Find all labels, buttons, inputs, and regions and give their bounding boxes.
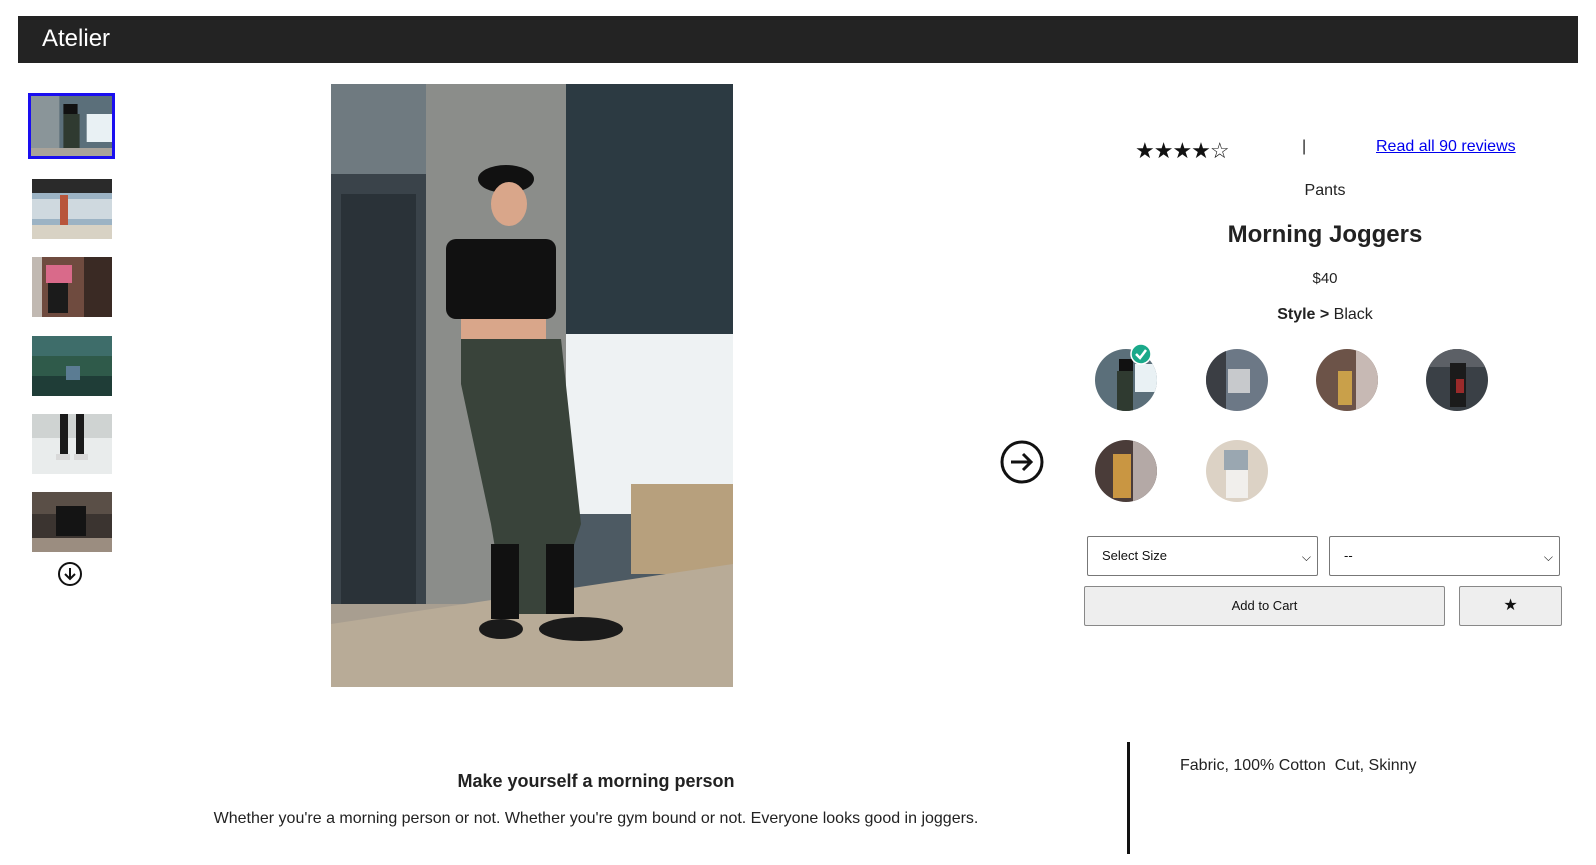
thumbnail-4[interactable] [32,336,112,396]
style-selector-label: Style > Black [1225,306,1425,324]
style-swatch-5[interactable] [1095,440,1157,502]
style-swatch-4[interactable] [1426,349,1488,411]
product-price: $40 [1312,270,1338,287]
product-category: Pants [1304,182,1346,199]
add-to-cart-button[interactable]: Add to Cart [1084,586,1445,626]
chevron-down-icon: ⌵ [1301,550,1311,564]
top-navbar: Atelier [18,16,1578,63]
vertical-divider [1127,742,1130,854]
thumbnail-5[interactable] [32,414,112,474]
style-swatch-2[interactable] [1206,349,1268,411]
quantity-select[interactable]: -- ⌵ [1329,536,1560,576]
star-rating: ★★★★☆ [1135,138,1230,163]
arrow-right-circle-icon[interactable] [999,439,1045,485]
thumbnail-6[interactable] [32,492,112,552]
product-title: Morning Joggers [1227,221,1423,248]
style-swatch-6[interactable] [1206,440,1268,502]
product-features: Fabric, 100% Cotton Cut, Skinny [1180,757,1417,774]
style-swatch-3[interactable] [1316,349,1378,411]
thumbnail-1[interactable] [28,93,115,159]
brand-logo[interactable]: Atelier [42,25,110,53]
thumbnail-2[interactable] [32,179,112,239]
arrow-down-circle-icon[interactable] [57,561,83,587]
rating-separator: | [1302,138,1307,155]
thumbnail-3[interactable] [32,257,112,317]
quantity-select-value: -- [1344,548,1353,563]
description-body: Whether you're a morning person or not. … [213,810,979,827]
size-select-value: Select Size [1102,548,1168,563]
main-product-image[interactable] [331,84,733,687]
style-value: Black [1333,306,1373,323]
read-reviews-link[interactable]: Read all 90 reviews [1376,138,1516,156]
description-heading: Make yourself a morning person [457,771,735,791]
style-label: Style > [1277,306,1330,323]
chevron-down-icon: ⌵ [1543,550,1553,564]
check-circle-icon [1130,343,1152,365]
favorite-star-button[interactable]: ★ [1459,586,1562,626]
size-select[interactable]: Select Size ⌵ [1087,536,1318,576]
